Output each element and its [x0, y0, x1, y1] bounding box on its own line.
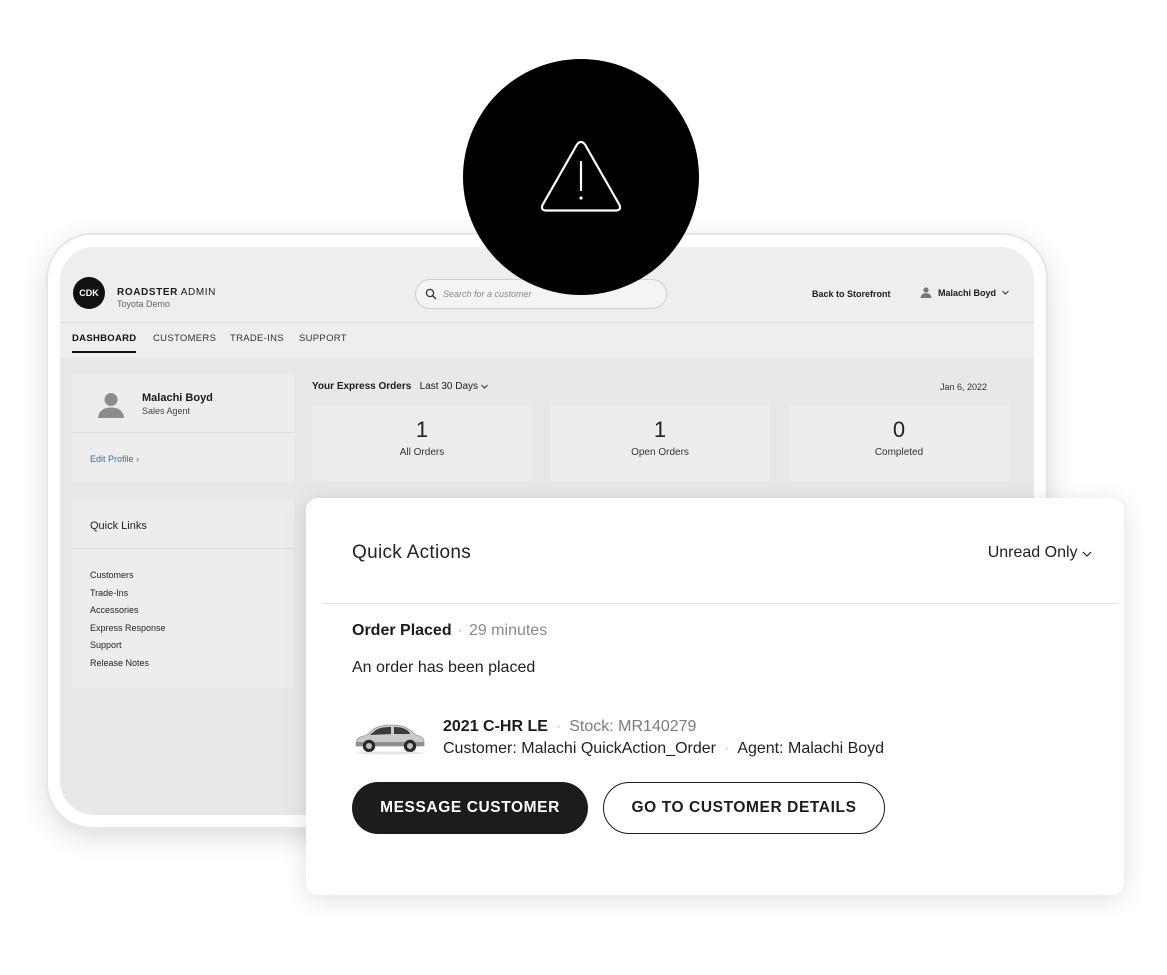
- back-to-storefront-link[interactable]: Back to Storefront: [812, 289, 891, 299]
- stat-value: 0: [892, 417, 906, 442]
- agent-name: Agent: Malachi Boyd: [737, 740, 885, 757]
- quick-link-customers[interactable]: Customers: [90, 570, 166, 588]
- dealer-name: Toyota Demo: [117, 299, 171, 309]
- search-placeholder: Search for a customer: [443, 289, 532, 299]
- quick-link-accessories[interactable]: Accessories: [90, 605, 166, 623]
- stat-label: All Orders: [399, 447, 445, 458]
- brand-title: ROADSTER ADMIN: [117, 287, 216, 298]
- customer-details-button[interactable]: GO TO CUSTOMER DETAILS: [603, 782, 885, 834]
- vehicle-name: 2021 C-HR LE: [443, 718, 548, 735]
- quick-links-card: Quick Links Customers Trade-Ins Accessor…: [72, 500, 294, 688]
- stock-label: Stock:: [569, 718, 614, 735]
- divider: [324, 603, 1118, 604]
- profile-card: Malachi Boyd Sales Agent Edit Profile ›: [72, 374, 294, 482]
- chevron-down-icon: [1082, 551, 1092, 557]
- quick-link-trade-ins[interactable]: Trade-Ins: [90, 588, 166, 606]
- quick-link-express-response[interactable]: Express Response: [90, 623, 166, 641]
- quick-link-release-notes[interactable]: Release Notes: [90, 658, 166, 676]
- tab-support[interactable]: SUPPORT: [299, 333, 347, 344]
- warning-triangle-icon: [540, 140, 622, 212]
- user-name: Malachi Boyd: [938, 287, 997, 298]
- stat-value: 1: [653, 417, 667, 442]
- stat-all-orders[interactable]: 1 All Orders: [312, 405, 532, 481]
- divider: [72, 548, 294, 549]
- orders-range-label: Last 30 Days: [419, 381, 479, 392]
- unread-filter-label: Unread Only: [987, 544, 1078, 561]
- tab-dashboard[interactable]: DASHBOARD: [72, 333, 136, 344]
- quick-actions-title: Quick Actions: [352, 542, 472, 563]
- tab-customers[interactable]: CUSTOMERS: [153, 333, 216, 344]
- chevron-down-icon: [1002, 290, 1009, 295]
- chevron-right-icon: ›: [136, 454, 140, 464]
- message-customer-button[interactable]: MESSAGE CUSTOMER: [352, 782, 588, 834]
- vehicle-line: 2021 C-HR LE · Stock: MR140279: [443, 718, 696, 736]
- orders-date: Jan 6, 2022: [940, 382, 988, 392]
- car-icon: [355, 724, 425, 755]
- stat-value: 1: [415, 417, 429, 442]
- orders-header: Your Express Orders Last 30 Days: [312, 381, 488, 392]
- orders-title: Your Express Orders: [312, 381, 412, 392]
- quick-actions-card: Quick Actions Unread Only Order Placed · 2…: [306, 498, 1124, 895]
- brand-light: ADMIN: [180, 287, 216, 298]
- active-tab-indicator: [72, 351, 136, 353]
- tab-trade-ins[interactable]: TRADE-INS: [230, 333, 284, 344]
- stat-completed[interactable]: 0 Completed: [789, 405, 1009, 481]
- profile-role: Sales Agent: [142, 406, 191, 416]
- unread-filter-dropdown[interactable]: Unread Only: [988, 544, 1092, 562]
- search-icon: [425, 288, 437, 300]
- profile-name: Malachi Boyd: [142, 392, 213, 404]
- quick-links-list: Customers Trade-Ins Accessories Express …: [90, 570, 166, 675]
- divider: [72, 432, 294, 433]
- separator-dot: ·: [457, 622, 463, 639]
- event-message: An order has been placed: [352, 659, 536, 676]
- user-icon: [920, 287, 932, 298]
- customer-name: Customer: Malachi QuickAction_Order: [443, 740, 716, 757]
- stat-open-orders[interactable]: 1 Open Orders: [550, 405, 770, 481]
- nav-tabs: DASHBOARD CUSTOMERS TRADE-INS SUPPORT: [60, 323, 1034, 357]
- avatar: [98, 393, 124, 418]
- stat-label: Open Orders: [631, 447, 689, 458]
- quick-links-title: Quick Links: [90, 520, 147, 532]
- user-menu[interactable]: Malachi Boyd: [920, 287, 1009, 298]
- separator-dot: ·: [555, 718, 562, 735]
- orders-range-dropdown[interactable]: Last 30 Days: [420, 381, 488, 392]
- event-time: 29 minutes: [468, 622, 548, 639]
- event-header: Order Placed · 29 minutes: [352, 622, 547, 640]
- warning-badge: [463, 59, 699, 295]
- stock-number: MR140279: [618, 718, 697, 735]
- separator-dot: ·: [723, 740, 730, 757]
- event-title: Order Placed: [352, 622, 452, 639]
- brand-bold: ROADSTER: [117, 287, 178, 298]
- stat-label: Completed: [874, 447, 924, 458]
- chevron-down-icon: [480, 384, 488, 389]
- edit-profile-label: Edit Profile: [90, 454, 134, 464]
- cdk-logo[interactable]: CDK: [73, 277, 105, 309]
- quick-link-support[interactable]: Support: [90, 640, 166, 658]
- edit-profile-link[interactable]: Edit Profile ›: [90, 454, 139, 464]
- customer-line: Customer: Malachi QuickAction_Order · Agen…: [443, 740, 884, 758]
